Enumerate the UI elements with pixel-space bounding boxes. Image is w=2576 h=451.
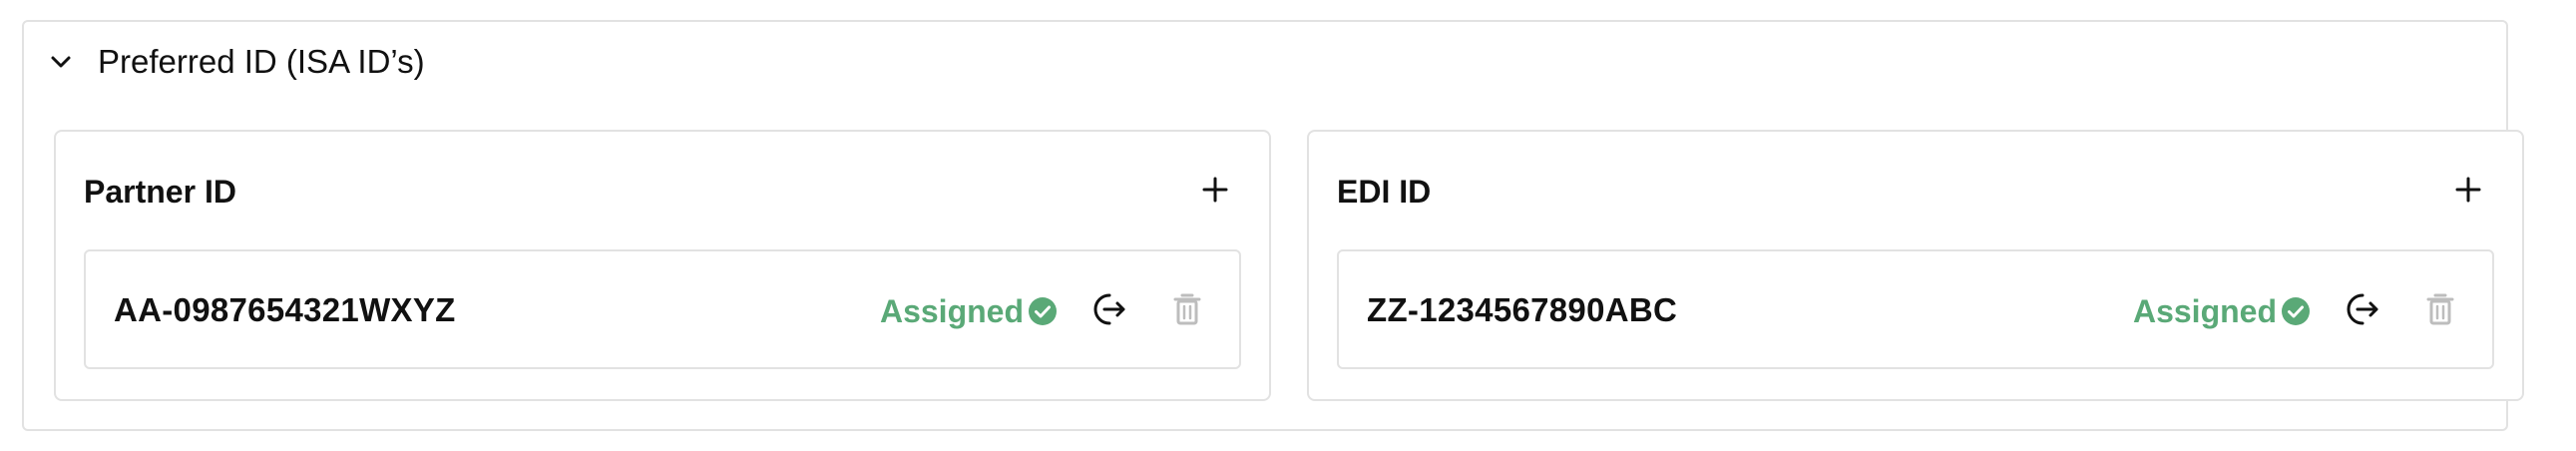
status-label: Assigned bbox=[2132, 292, 2277, 329]
delete-button[interactable] bbox=[2418, 289, 2462, 333]
delete-button[interactable] bbox=[1165, 289, 1209, 333]
row-actions: Assigned bbox=[880, 281, 1209, 341]
plus-icon bbox=[1201, 176, 1229, 209]
status-badge: Assigned bbox=[2133, 293, 2311, 330]
trash-icon bbox=[2424, 291, 2456, 332]
unassign-button[interactable] bbox=[2341, 289, 2384, 333]
section-header: Preferred ID (ISA ID’s) bbox=[44, 40, 425, 84]
status-badge: Assigned bbox=[880, 293, 1058, 330]
panel-title: Partner ID bbox=[84, 174, 236, 210]
add-edi-id-button[interactable] bbox=[2448, 172, 2488, 212]
edi-id-panel: EDI ID ZZ-1234567890ABC Assigned bbox=[1307, 130, 2524, 401]
partner-id-value: AA-0987654321WXYZ bbox=[114, 291, 456, 328]
logout-arrow-icon bbox=[2343, 289, 2382, 334]
add-partner-id-button[interactable] bbox=[1195, 172, 1235, 212]
plus-icon bbox=[2454, 176, 2482, 209]
edi-id-value: ZZ-1234567890ABC bbox=[1367, 291, 1678, 328]
partner-id-panel: Partner ID AA-0987654321WXYZ Assigned bbox=[54, 130, 1271, 401]
row-actions: Assigned bbox=[2133, 281, 2462, 341]
chevron-down-icon[interactable] bbox=[44, 45, 78, 79]
section-title: Preferred ID (ISA ID’s) bbox=[98, 43, 425, 80]
id-row: AA-0987654321WXYZ Assigned bbox=[84, 249, 1241, 369]
status-label: Assigned bbox=[879, 292, 1024, 329]
id-row: ZZ-1234567890ABC Assigned bbox=[1337, 249, 2494, 369]
check-circle-icon bbox=[1028, 296, 1058, 326]
check-circle-icon bbox=[2281, 296, 2311, 326]
panel-title: EDI ID bbox=[1337, 174, 1432, 210]
unassign-button[interactable] bbox=[1087, 289, 1131, 333]
logout-arrow-icon bbox=[1089, 289, 1129, 334]
trash-icon bbox=[1171, 291, 1203, 332]
